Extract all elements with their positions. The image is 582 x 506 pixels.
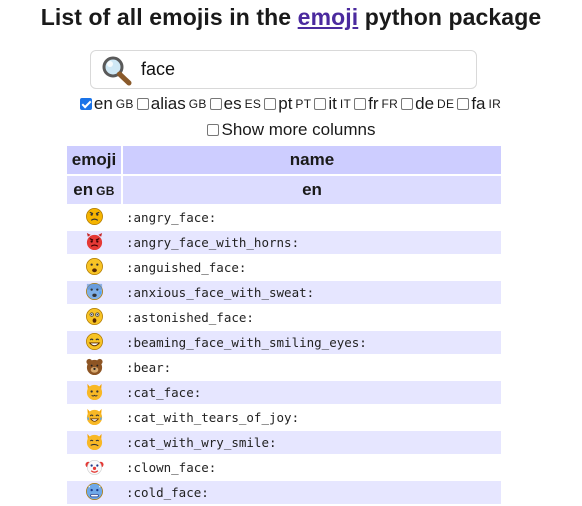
language-checkbox-fa[interactable] <box>457 98 470 110</box>
search-input[interactable] <box>141 59 441 80</box>
language-option-fr[interactable]: fr FR <box>353 94 398 114</box>
language-checkbox-es[interactable] <box>209 98 222 110</box>
language-region: GB <box>188 97 207 111</box>
emoji-cell <box>67 431 121 454</box>
language-region: PT <box>295 97 312 111</box>
table-row: :angry_face_with_horns: <box>67 231 501 254</box>
angry-emoji-icon <box>85 207 104 229</box>
emoji-cell <box>67 331 121 354</box>
language-code: de <box>415 94 435 113</box>
language-checkboxes: en GB alias GB es ES pt PT it IT fr FR de DE fa IR <box>0 94 582 114</box>
table-row: :bear: <box>67 356 501 379</box>
language-checkbox-alias[interactable] <box>136 98 149 110</box>
sweat-emoji-icon <box>85 282 104 304</box>
page-title: List of all emojis in the emoji python p… <box>0 4 582 31</box>
emoji-cell <box>67 381 121 404</box>
emoji-name-cell[interactable]: :anguished_face: <box>121 256 501 279</box>
table-row: :clown_face: <box>67 456 501 479</box>
emoji-name-cell[interactable]: :cat_face: <box>121 381 501 404</box>
emoji-name-cell[interactable]: :cat_with_wry_smile: <box>121 431 501 454</box>
title-text-end: python package <box>364 4 542 30</box>
language-checkbox-fr[interactable] <box>354 98 367 110</box>
language-option-es[interactable]: es ES <box>209 94 262 114</box>
cold-emoji-icon <box>85 482 104 504</box>
language-code: fr <box>368 94 379 113</box>
table-row: :angry_face: <box>67 206 501 229</box>
language-option-fa[interactable]: fa IR <box>456 94 501 114</box>
show-more-columns[interactable]: Show more columns <box>0 120 582 140</box>
anguished-emoji-icon <box>85 257 104 279</box>
emoji-name-cell[interactable]: :clown_face: <box>121 456 501 479</box>
beaming-emoji-icon <box>85 332 104 354</box>
search-box[interactable] <box>90 50 477 89</box>
catjoy-emoji-icon <box>85 407 104 429</box>
emoji-cell <box>67 481 121 504</box>
show-more-checkbox[interactable] <box>207 124 220 136</box>
language-checkbox-it[interactable] <box>314 98 327 110</box>
subheader-emoji-lang: en GB <box>67 176 121 204</box>
language-option-it[interactable]: it IT <box>313 94 351 114</box>
language-checkbox-de[interactable] <box>401 98 414 110</box>
language-option-en[interactable]: en GB <box>79 94 134 114</box>
emoji-cell <box>67 281 121 304</box>
emoji-cell <box>67 256 121 279</box>
emoji-cell <box>67 406 121 429</box>
emoji-name-cell[interactable]: :cold_face: <box>121 481 501 504</box>
table-row: :anxious_face_with_sweat: <box>67 281 501 304</box>
language-region: ES <box>244 97 262 111</box>
language-code: es <box>223 94 242 113</box>
emoji-name-cell[interactable]: :cat_with_tears_of_joy: <box>121 406 501 429</box>
emoji-table: emoji name en GB en :angry_face::angry_fa… <box>67 144 501 506</box>
catwry-emoji-icon <box>85 432 104 454</box>
emoji-name-cell[interactable]: :anxious_face_with_sweat: <box>121 281 501 304</box>
emoji-cell <box>67 356 121 379</box>
title-text-start: List of all emojis in the <box>40 4 292 30</box>
language-checkbox-pt[interactable] <box>264 98 277 110</box>
table-row: :cat_with_tears_of_joy: <box>67 406 501 429</box>
emoji-name-cell[interactable]: :astonished_face: <box>121 306 501 329</box>
magnifier-icon <box>91 51 141 89</box>
language-region: DE <box>437 97 455 111</box>
language-region: IT <box>339 97 352 111</box>
emoji-name-cell[interactable]: :bear: <box>121 356 501 379</box>
language-option-alias[interactable]: alias GB <box>136 94 207 114</box>
emoji-name-cell[interactable]: :angry_face_with_horns: <box>121 231 501 254</box>
table-row: :cat_face: <box>67 381 501 404</box>
language-option-de[interactable]: de DE <box>400 94 454 114</box>
language-checkbox-en[interactable] <box>79 98 92 110</box>
language-region: GB <box>115 97 134 111</box>
subheader-name-lang: en <box>121 176 501 204</box>
language-code: fa <box>471 94 486 113</box>
header-name[interactable]: name <box>121 146 501 174</box>
language-option-pt[interactable]: pt PT <box>263 94 311 114</box>
show-more-label: Show more columns <box>221 120 376 139</box>
table-row: :cat_with_wry_smile: <box>67 431 501 454</box>
emoji-link[interactable]: emoji <box>298 4 359 30</box>
table-row: :anguished_face: <box>67 256 501 279</box>
clown-emoji-icon <box>84 457 104 479</box>
emoji-cell <box>67 456 121 479</box>
table-row: :cold_face: <box>67 481 501 504</box>
emoji-name-cell[interactable]: :beaming_face_with_smiling_eyes: <box>121 331 501 354</box>
language-code: alias <box>150 94 186 113</box>
table-row: :astonished_face: <box>67 306 501 329</box>
header-emoji[interactable]: emoji <box>67 146 121 174</box>
emoji-name-cell[interactable]: :angry_face: <box>121 206 501 229</box>
language-code: en <box>93 94 113 113</box>
emoji-cell <box>67 206 121 229</box>
language-code: pt <box>278 94 293 113</box>
language-region: IR <box>488 97 502 111</box>
emoji-cell <box>67 306 121 329</box>
bear-emoji-icon <box>85 357 104 379</box>
language-region: FR <box>381 97 399 111</box>
language-code: it <box>328 94 337 113</box>
cat-emoji-icon <box>85 382 104 404</box>
astonished-emoji-icon <box>85 307 104 329</box>
table-row: :beaming_face_with_smiling_eyes: <box>67 331 501 354</box>
horns-emoji-icon <box>85 232 104 254</box>
emoji-cell <box>67 231 121 254</box>
